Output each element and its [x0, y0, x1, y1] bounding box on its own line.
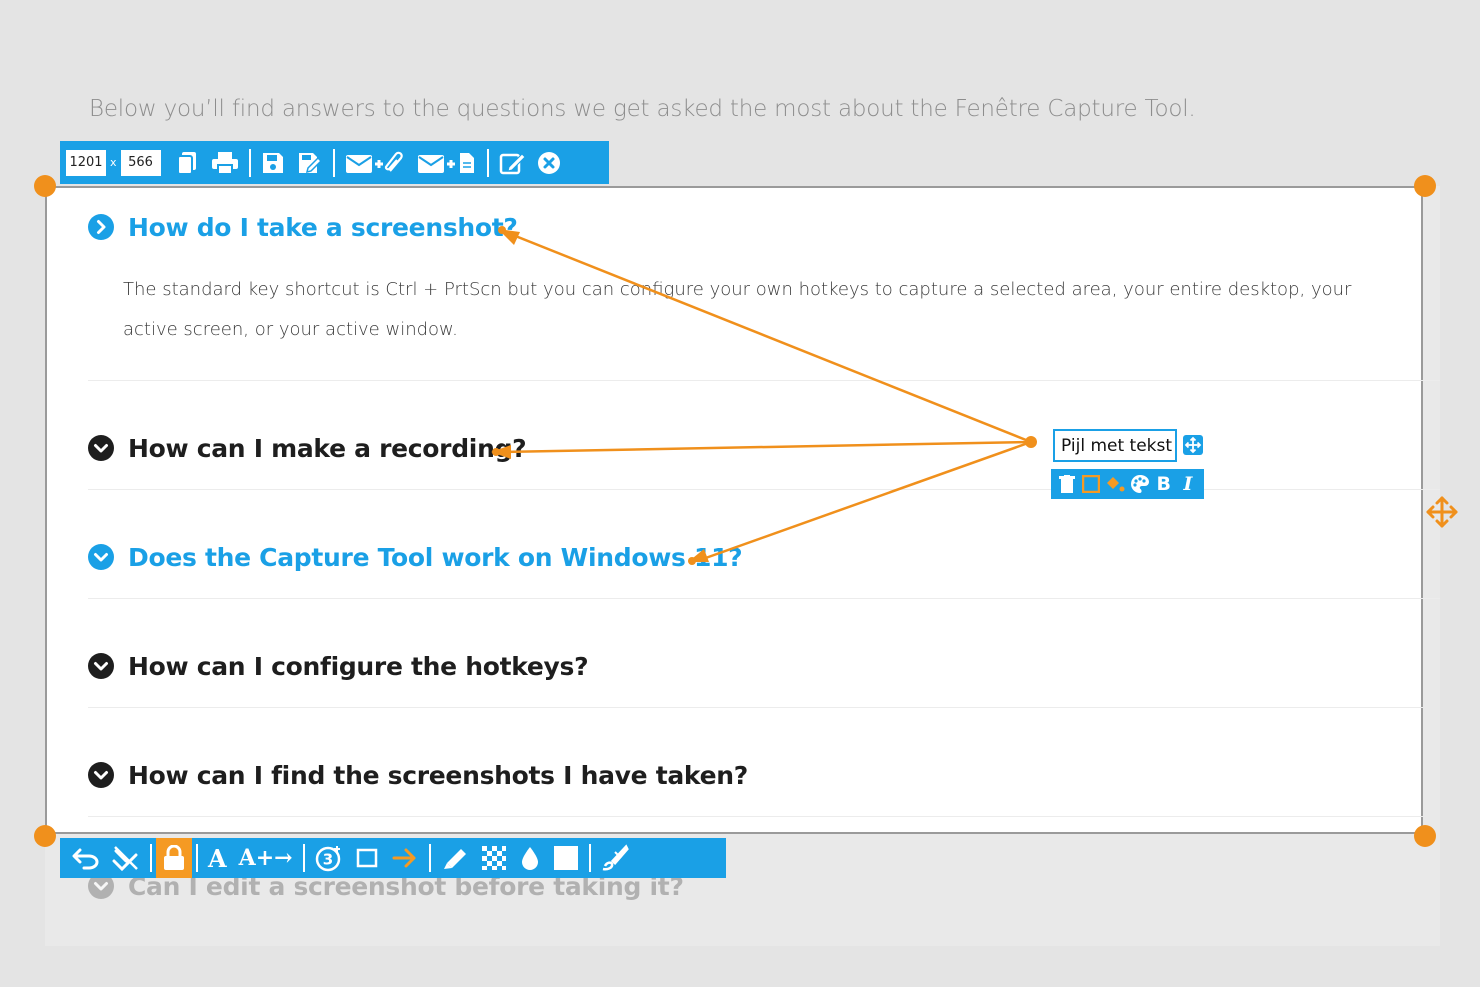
resize-handle-top-right[interactable]	[1414, 175, 1436, 197]
delete-icon[interactable]	[1055, 469, 1079, 499]
italic-button[interactable]: I	[1176, 469, 1200, 499]
print-icon[interactable]	[205, 141, 245, 184]
separator	[332, 148, 335, 177]
height-field[interactable]: 566	[120, 149, 161, 176]
palette-icon[interactable]	[1128, 469, 1152, 499]
save-icon[interactable]	[255, 141, 291, 184]
step-counter-icon[interactable]: 3	[309, 838, 349, 878]
arrow-icon[interactable]	[385, 838, 425, 878]
top-toolbar: 1201 x 566	[60, 141, 609, 184]
save-as-icon[interactable]	[291, 141, 329, 184]
text-tool-label: A	[208, 843, 227, 873]
bold-button[interactable]: B	[1152, 469, 1176, 499]
move-selection-icon[interactable]	[1424, 494, 1460, 534]
separator	[486, 148, 489, 177]
close-icon[interactable]	[531, 141, 567, 184]
undo-icon[interactable]	[66, 838, 106, 878]
arrow-origin	[1025, 436, 1037, 448]
arrow-to-faq-3	[699, 440, 1032, 562]
resize-handle-bottom-right[interactable]	[1414, 825, 1436, 847]
annotation-text: Pijl met tekst	[1061, 435, 1173, 456]
blur-drop-icon[interactable]	[513, 838, 547, 878]
highlighter-icon[interactable]	[435, 838, 475, 878]
width-field[interactable]: 1201	[66, 149, 106, 176]
email-document-icon[interactable]	[411, 141, 483, 184]
arrow-text-tool-label: A+→	[238, 845, 293, 871]
brush-icon[interactable]	[595, 838, 635, 878]
resize-handle-bottom-left[interactable]	[34, 825, 56, 847]
separator	[196, 844, 198, 872]
annotation-move-icon[interactable]	[1183, 435, 1203, 459]
separator	[248, 148, 251, 177]
arrow-text-icon[interactable]: A+→	[233, 838, 299, 878]
fill-rectangle-icon[interactable]	[547, 838, 585, 878]
separator	[150, 844, 152, 872]
annotation-toolbar: B I	[1051, 469, 1204, 499]
separator	[588, 844, 591, 872]
clear-annotations-icon[interactable]	[106, 838, 146, 878]
step-counter-label: 3	[322, 851, 332, 869]
copy-icon[interactable]	[169, 141, 205, 184]
annotation-text-input[interactable]: Pijl met tekst	[1053, 429, 1177, 462]
lock-icon[interactable]	[156, 838, 192, 878]
border-color-icon[interactable]	[1079, 469, 1103, 499]
dimension-separator: x	[110, 156, 117, 169]
email-attach-icon[interactable]	[339, 141, 411, 184]
text-icon[interactable]: A	[202, 838, 233, 878]
pixelate-icon[interactable]	[475, 838, 513, 878]
fill-bucket-icon[interactable]	[1103, 469, 1127, 499]
separator	[428, 844, 431, 872]
bottom-toolbar: A A+→ 3	[60, 838, 726, 878]
resize-handle-top-left[interactable]	[34, 175, 56, 197]
separator	[302, 844, 305, 872]
arrow-to-faq-1	[507, 231, 1032, 444]
arrow-to-faq-2	[499, 440, 1032, 454]
rectangle-icon[interactable]	[349, 838, 385, 878]
edit-icon[interactable]	[493, 141, 531, 184]
